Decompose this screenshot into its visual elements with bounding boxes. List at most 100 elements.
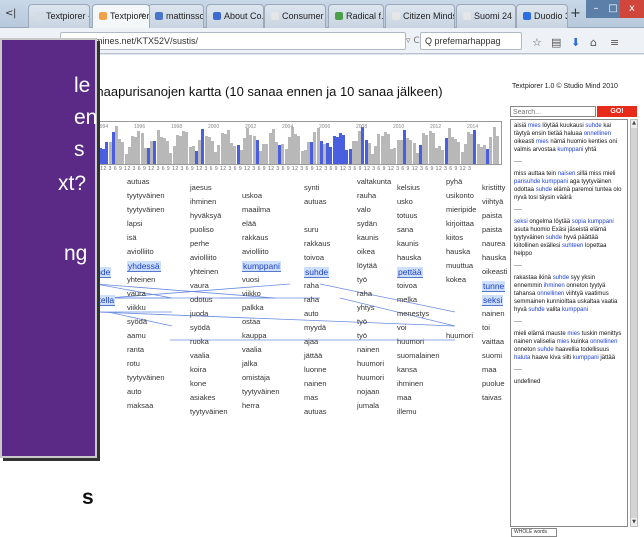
word-item[interactable]: nojaan [357, 387, 380, 396]
go-button[interactable]: GO! [597, 106, 637, 117]
word-item[interactable]: kiitos [446, 233, 463, 242]
menu-icon[interactable]: ≡ [610, 36, 619, 49]
word-item[interactable]: herra [242, 401, 260, 410]
browser-tab[interactable]: Radical f... [328, 4, 384, 28]
word-item[interactable]: vaalia [190, 351, 210, 360]
tab-close-icon[interactable]: × [140, 10, 145, 20]
word-item[interactable]: maksaa [127, 401, 153, 410]
highlighted-word[interactable]: suhde [304, 267, 330, 278]
highlighted-word[interactable]: kumppani [242, 261, 281, 272]
word-item[interactable]: suomalainen [397, 351, 440, 360]
word-item[interactable]: odotus [190, 295, 213, 304]
word-item[interactable]: jättää [304, 351, 322, 360]
word-item[interactable]: syödä [127, 317, 147, 326]
word-item[interactable]: ihminen [190, 197, 216, 206]
word-item[interactable]: kokea [446, 275, 466, 284]
word-item[interactable]: huumori [446, 331, 473, 340]
word-item[interactable]: ajaa [304, 337, 318, 346]
word-item[interactable]: suomi [482, 351, 502, 360]
address-bar-icons[interactable]: ▿ C [406, 36, 420, 46]
word-item[interactable]: autuas [304, 407, 327, 416]
word-item[interactable]: sana [397, 225, 413, 234]
word-item[interactable]: vaura [127, 289, 146, 298]
word-item[interactable]: ruoka [190, 337, 209, 346]
word-item[interactable]: paista [482, 225, 502, 234]
word-item[interactable]: maa [482, 365, 497, 374]
sentence-item[interactable]: seksi ongelma löytää sopia kumppani asut… [514, 218, 624, 258]
word-item[interactable]: huumori [397, 337, 424, 346]
word-item[interactable]: suru [304, 225, 319, 234]
word-item[interactable]: nainen [304, 379, 327, 388]
word-item[interactable]: paista [482, 211, 502, 220]
word-item[interactable]: taivas [482, 393, 502, 402]
sentence-item[interactable]: undefined [514, 378, 624, 386]
browser-tab[interactable]: mattinsso... [148, 4, 204, 28]
word-item[interactable]: illemu [397, 407, 417, 416]
word-item[interactable]: vaalia [242, 345, 262, 354]
word-item[interactable]: ihminen [397, 379, 423, 388]
word-item[interactable]: auto [304, 309, 319, 318]
word-item[interactable]: puoliso [190, 225, 214, 234]
word-item[interactable]: oikea [357, 247, 375, 256]
word-item[interactable]: valo [357, 205, 371, 214]
sentence-item[interactable]: aisiä mies löytää kuukausi suhde kai täy… [514, 122, 624, 154]
word-item[interactable]: kaunis [357, 233, 379, 242]
word-item[interactable]: kaunis [397, 239, 419, 248]
word-item[interactable]: kone [190, 379, 206, 388]
word-item[interactable]: ostaa [242, 317, 260, 326]
word-item[interactable]: uskoa [242, 191, 262, 200]
word-item[interactable]: raha [357, 289, 372, 298]
maximize-button[interactable]: □ [606, 0, 620, 18]
word-item[interactable]: usikonto [446, 191, 474, 200]
scroll-down-icon[interactable]: ▼ [631, 519, 637, 526]
word-item[interactable]: raha [304, 281, 319, 290]
word-item[interactable]: työ [357, 331, 367, 340]
word-item[interactable]: tyytyväinen [190, 407, 228, 416]
word-item[interactable]: toivoa [397, 281, 417, 290]
word-item[interactable]: elää [242, 219, 256, 228]
sentence-list[interactable]: aisiä mies löytää kuukausi suhde kai täy… [510, 119, 628, 527]
sentence-item[interactable]: mieli elämä mauste mies tuskin menittys … [514, 330, 624, 362]
word-item[interactable]: vaura [190, 281, 209, 290]
word-item[interactable]: tyytyväinen [127, 373, 165, 382]
mode-select[interactable]: WHOLE words [511, 528, 557, 537]
word-item[interactable]: rakkaus [304, 239, 330, 248]
histogram-bar[interactable] [495, 136, 499, 164]
word-item[interactable]: hauska [397, 253, 421, 262]
word-item[interactable]: totuus [397, 211, 417, 220]
word-item[interactable]: sydän [357, 219, 377, 228]
word-item[interactable]: viihtyä [482, 197, 503, 206]
word-item[interactable]: synti [304, 183, 319, 192]
bookmark-star-icon[interactable]: ☆ [532, 36, 542, 49]
word-item[interactable]: mieripide [446, 205, 476, 214]
word-item[interactable]: huumori [357, 359, 384, 368]
library-icon[interactable]: ▤ [551, 36, 561, 49]
word-item[interactable]: melka [397, 295, 417, 304]
word-item[interactable]: raha [304, 295, 319, 304]
word-item[interactable]: kauppa [242, 331, 267, 340]
highlighted-word[interactable]: yhdessä [127, 261, 161, 272]
word-item[interactable]: rakkaus [242, 233, 268, 242]
word-item[interactable]: kelsius [397, 183, 420, 192]
word-item[interactable]: työ [357, 275, 367, 284]
word-item[interactable]: työ [357, 317, 367, 326]
word-item[interactable]: perhe [190, 239, 209, 248]
browser-tab[interactable]: Citizen Minds... [385, 4, 455, 28]
word-item[interactable]: syödä [190, 323, 210, 332]
word-item[interactable]: toi [482, 323, 490, 332]
sentence-item[interactable]: miss auttaa tein naisen sillä miss mieli… [514, 170, 624, 202]
word-item[interactable]: nainen [357, 345, 380, 354]
word-item[interactable]: palkka [242, 303, 264, 312]
word-item[interactable]: usko [397, 197, 413, 206]
word-item[interactable]: jumala [357, 401, 379, 410]
word-item[interactable]: puolue [482, 379, 505, 388]
word-item[interactable]: yhtys [357, 303, 375, 312]
browser-tab[interactable]: Textpiorer.n...× [92, 4, 150, 28]
word-item[interactable]: ranta [127, 345, 144, 354]
word-item[interactable]: naurea [482, 239, 505, 248]
scroll-thumb[interactable] [631, 128, 637, 518]
word-item[interactable]: viikku [127, 303, 146, 312]
word-item[interactable]: aviolliito [190, 253, 217, 262]
word-item[interactable]: myydä [304, 323, 326, 332]
word-item[interactable]: huumori [357, 373, 384, 382]
